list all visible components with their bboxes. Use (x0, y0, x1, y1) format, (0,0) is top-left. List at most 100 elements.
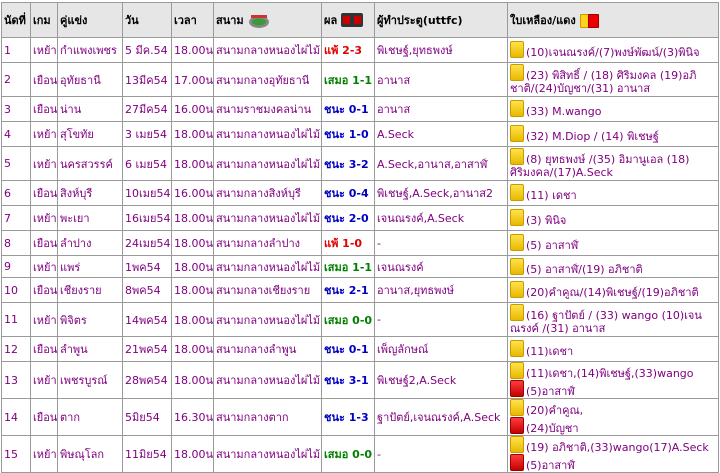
match-cards: (33) M.wango (507, 96, 719, 122)
yellow-card-icon (510, 64, 524, 81)
yellow-card-icon (510, 148, 524, 165)
match-date: 13มีค54 (122, 62, 172, 97)
match-result: ชนะ 0-1 (321, 336, 375, 362)
match-result: ชนะ 3-1 (321, 361, 375, 399)
match-date: 5มิย54 (122, 398, 172, 436)
match-time: 16.00น. (171, 96, 214, 122)
match-stadium: สนามกลางอุทัยธานี (213, 62, 322, 97)
fixtures-body: 1 เหย้า กำแพงเพชร 5 มีค.54 18.00น. สนามกลางหน… (1, 37, 719, 473)
match-cards: (32) M.Diop / (14) พิเชษฐ์ (507, 121, 719, 147)
match-cards: (11) เดชา (507, 180, 719, 206)
match-result: ชนะ 3-2 (321, 146, 375, 181)
match-no: 9 (1, 255, 31, 278)
table-row: 2 เยือน อุทัยธานี 13มีค54 17.00น. สนามกลางอุท… (1, 62, 719, 97)
match-result: ชนะ 1-3 (321, 398, 375, 436)
match-no: 13 (1, 361, 31, 399)
match-stadium: สนามกลางลำพูน (213, 336, 322, 362)
match-cards: (8) ยุทธพงษ์ /(35) อิมานูเอล (18) ศิริมง… (507, 146, 719, 181)
match-opponent: อุทัยธานี (57, 62, 123, 97)
match-opponent: พิจิตร (57, 302, 123, 337)
match-date: 3 เมย54 (122, 121, 172, 147)
match-result: เสมอ 0-0 (321, 302, 375, 337)
card-text: (20)คำคูณ/(14)พิเชษฐ์/(19)อภิชาติ (526, 286, 699, 299)
match-stadium: สนามกลางหนองไผ่ไม้ (213, 435, 322, 473)
match-result: ชนะ 2-1 (321, 277, 375, 303)
match-game: เหย้า (30, 37, 58, 63)
match-no: 1 (1, 37, 31, 63)
match-result: ชนะ 0-1 (321, 96, 375, 122)
match-time: 18.00น. (171, 146, 214, 181)
match-stadium: สนามกลางหนองไผ่ไม้ (213, 205, 322, 231)
match-cards: (19) อภิชาติ,(33)wango(17)A.Seck (5)อาสาฬ… (507, 435, 719, 473)
header-scorers: ผู้ทำประตู(uttfc) (374, 2, 508, 38)
card-text: (5) อาสาฬ์ (526, 239, 579, 252)
match-result: แพ้ 2-3 (321, 37, 375, 63)
header-cards-label: ใบเหลือง/แดง (510, 14, 576, 27)
yellow-card-icon (510, 209, 524, 226)
card-text: (11)เดชา (526, 345, 574, 358)
header-stadium-label: สนาม (216, 14, 244, 27)
card-text: (16) ฐาปัตย์ / (33) wango (10)เจนณรงค์ /… (510, 309, 702, 335)
yellow-card-icon (510, 399, 524, 416)
match-time: 18.00น. (171, 277, 214, 303)
table-row: 3 เยือน น่าน 27มีค54 16.00น. สนามราชมงคลน่านช… (1, 96, 719, 122)
card-text: (20)คำคูณ, (526, 404, 584, 417)
match-game: เยือน (30, 336, 58, 362)
match-opponent: เชียงราย (57, 277, 123, 303)
match-result: ชนะ 0-4 (321, 180, 375, 206)
header-opponent: คู่แข่ง (57, 2, 123, 38)
match-scorers: ฐาปัตย์,เจนณรงค์,A.Seck (374, 398, 508, 436)
match-game: เหย้า (30, 146, 58, 181)
header-cards: ใบเหลือง/แดง (507, 2, 719, 38)
match-cards: (11)เดชา (507, 336, 719, 362)
match-result: เสมอ 0-0 (321, 435, 375, 473)
match-scorers: - (374, 302, 508, 337)
match-no: 15 (1, 435, 31, 473)
card-text: (32) M.Diop / (14) พิเชษฐ์ (526, 130, 659, 143)
card-text: (5)อาสาฬ์ (526, 459, 575, 472)
match-no: 4 (1, 121, 31, 147)
match-scorers: พิเชษฐ์,A.Seck,อานาส2 (374, 180, 508, 206)
match-scorers: เจนณรงค์ (374, 255, 508, 278)
match-date: 5 มีค.54 (122, 37, 172, 63)
match-scorers: เจนณรงค์,A.Seck (374, 205, 508, 231)
yellow-card-icon (510, 100, 524, 117)
header-time: เวลา (171, 2, 214, 38)
table-row: 7 เหย้า พะเยา 16เมย54 18.00น. สนามกลางหนองไผ่… (1, 205, 719, 231)
match-scorers: A.Seck,อานาส,อาสาฬ์ (374, 146, 508, 181)
match-no: 10 (1, 277, 31, 303)
match-time: 18.00น. (171, 121, 214, 147)
match-no: 5 (1, 146, 31, 181)
match-result: เสมอ 1-1 (321, 255, 375, 278)
match-scorers: พิเชษฐ์,ยุทธพงษ์ (374, 37, 508, 63)
red-card-icon (587, 14, 599, 28)
header-row: นัดที่ เกม คู่แข่ง วัน เวลา สนาม ผล ผู้ท… (1, 2, 719, 38)
table-row: 14 เยือน ตาก 5มิย54 16.30น. สนามกลางตาก ชนะ 1-… (1, 398, 719, 436)
match-game: เยือน (30, 96, 58, 122)
match-time: 18.00น. (171, 336, 214, 362)
match-no: 3 (1, 96, 31, 122)
header-result: ผล (321, 2, 375, 38)
match-scorers: อานาส,ยุทธพงษ์ (374, 277, 508, 303)
match-no: 6 (1, 180, 31, 206)
match-cards: (20)คำคูณ, (24)บัญชา (507, 398, 719, 436)
match-time: 18.00น. (171, 302, 214, 337)
match-cards: (3) พินิจ (507, 205, 719, 231)
yellow-card-icon (510, 257, 524, 275)
red-card-icon (510, 380, 524, 397)
card-text: (19) อภิชาติ,(33)wango(17)A.Seck (526, 441, 709, 454)
match-scorers: A.Seck (374, 121, 508, 147)
match-no: 8 (1, 230, 31, 256)
match-stadium: สนามกลางหนองไผ่ไม้ (213, 121, 322, 147)
match-opponent: น่าน (57, 96, 123, 122)
match-stadium: สนามกลางเชียงราย (213, 277, 322, 303)
match-no: 12 (1, 336, 31, 362)
match-game: เหย้า (30, 302, 58, 337)
match-time: 18.00น. (171, 205, 214, 231)
match-scorers: พิเชษฐ์2,A.Seck (374, 361, 508, 399)
match-time: 16.30น. (171, 398, 214, 436)
table-row: 11 เหย้า พิจิตร 14พค54 18.00น. สนามกลางหนองไผ… (1, 302, 719, 337)
match-date: 14พค54 (122, 302, 172, 337)
match-opponent: กำแพงเพชร (57, 37, 123, 63)
match-opponent: นครสวรรค์ (57, 146, 123, 181)
